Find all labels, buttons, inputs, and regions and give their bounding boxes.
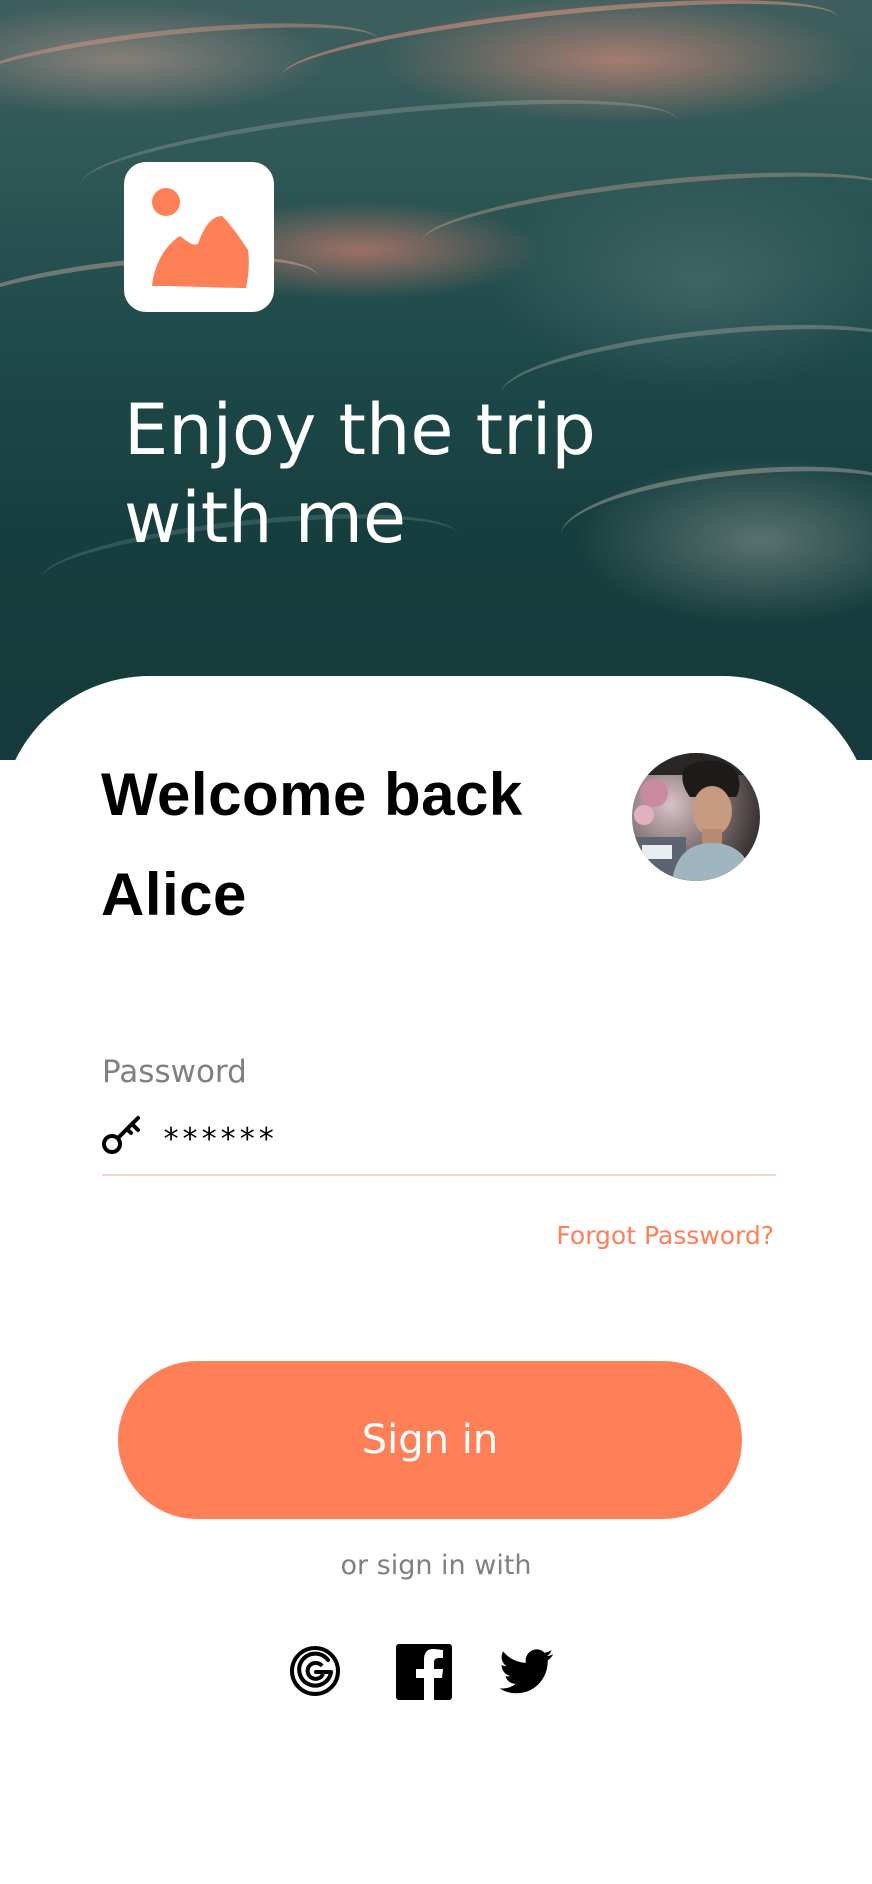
password-underline xyxy=(102,1174,776,1176)
welcome-line: Welcome back xyxy=(101,761,523,828)
google-icon[interactable] xyxy=(288,1644,342,1698)
twitter-icon[interactable] xyxy=(500,1644,554,1698)
hero-ocean-background: Enjoy the trip with me xyxy=(0,0,872,760)
password-field[interactable]: ****** xyxy=(162,1122,276,1157)
sign-in-button[interactable]: Sign in xyxy=(118,1361,742,1519)
password-label: Password xyxy=(102,1054,247,1090)
facebook-icon[interactable] xyxy=(396,1644,452,1700)
forgot-password-link[interactable]: Forgot Password? xyxy=(556,1221,774,1250)
welcome-heading: Welcome back Alice xyxy=(101,745,601,945)
user-name: Alice xyxy=(101,861,247,928)
wave-highlight xyxy=(277,0,843,115)
image-icon xyxy=(152,188,249,288)
hero-title: Enjoy the trip with me xyxy=(124,389,596,559)
avatar[interactable] xyxy=(632,753,760,881)
app-logo xyxy=(124,162,274,312)
alt-sign-in-text: or sign in with xyxy=(340,1550,532,1581)
profile-photo xyxy=(632,753,760,881)
key-icon xyxy=(102,1116,140,1154)
login-screen: Enjoy the trip with me Welcome back Alic… xyxy=(0,0,872,1884)
